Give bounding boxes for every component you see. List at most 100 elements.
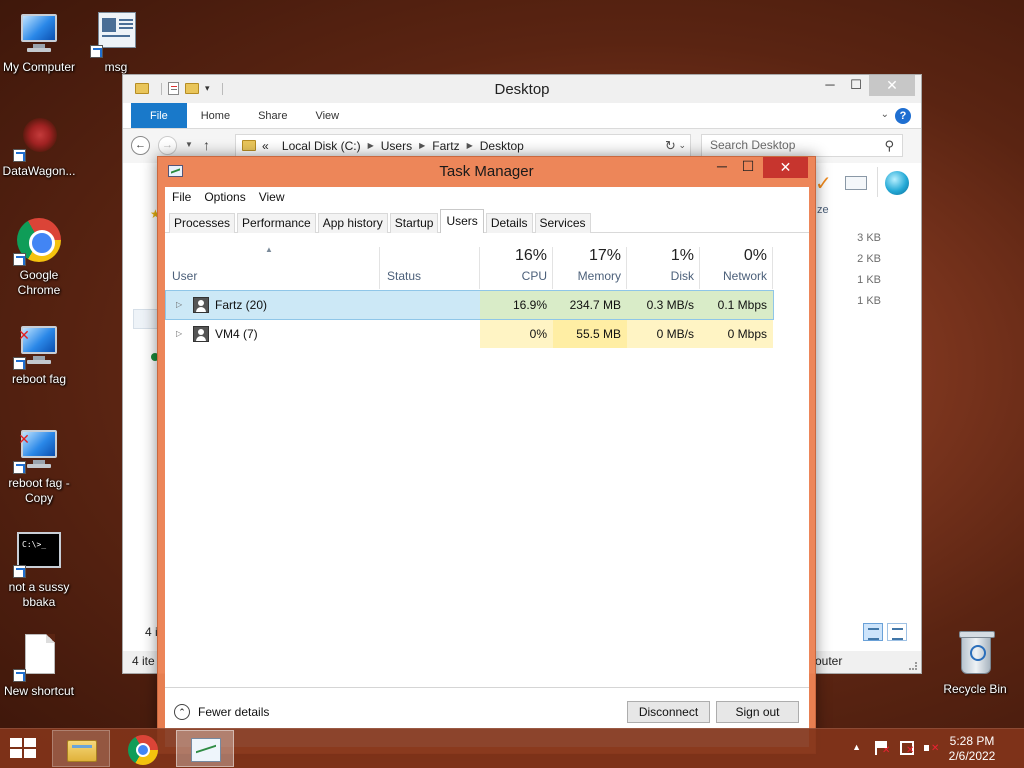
search-input[interactable]: Search Desktop ⚲ xyxy=(701,134,903,157)
large-icons-view-icon[interactable] xyxy=(887,623,907,641)
forward-button[interactable]: → xyxy=(158,136,177,155)
size-column-header[interactable]: ze xyxy=(817,204,829,216)
help-icon[interactable]: ? xyxy=(895,108,911,124)
desktop-icon-new-shortcut[interactable]: New shortcut xyxy=(0,634,78,699)
file-size: 2 KB xyxy=(857,253,881,265)
desktop-icon-recycle-bin[interactable]: Recycle Bin xyxy=(936,631,1014,697)
recent-locations-icon[interactable]: ▼ xyxy=(185,140,193,149)
tab-details[interactable]: Details xyxy=(485,213,533,233)
task-manager-window: Task Manager ─ ☐ ✕ File Options View Pro… xyxy=(157,156,816,754)
taskbar-chrome[interactable] xyxy=(114,730,172,767)
table-row[interactable]: ▷ Fartz (20) 16.9% 234.7 MB 0.3 MB/s 0.1… xyxy=(165,290,774,320)
close-button[interactable]: ✕ xyxy=(763,157,808,178)
ribbon-tab-home[interactable]: Home xyxy=(187,103,244,128)
expand-arrow-icon[interactable]: ▷ xyxy=(176,320,182,348)
back-button[interactable]: ← xyxy=(131,136,150,155)
maximize-button[interactable]: ☐ xyxy=(735,157,761,178)
mail-icon[interactable] xyxy=(845,176,867,190)
column-header-disk[interactable]: 1% Disk xyxy=(627,233,700,289)
chevron-right-icon[interactable]: ▶ xyxy=(368,141,374,150)
address-bar[interactable]: « Local Disk (C:) ▶ Users ▶ Fartz ▶ Desk… xyxy=(235,134,691,157)
tab-startup[interactable]: Startup xyxy=(389,213,439,233)
tab-processes[interactable]: Processes xyxy=(169,213,236,233)
column-header-status[interactable]: Status xyxy=(380,233,480,289)
breadcrumb-users[interactable]: Users xyxy=(381,139,412,153)
desktop-icon-datawagon[interactable]: DataWagon... xyxy=(0,114,78,179)
column-label: Network xyxy=(722,269,767,283)
column-header-cpu[interactable]: 16% CPU xyxy=(480,233,553,289)
breadcrumb-separator xyxy=(273,141,275,150)
close-button[interactable]: ✕ xyxy=(869,75,915,96)
show-hidden-icons-icon[interactable]: ▲ xyxy=(852,742,861,752)
ribbon-tab-view[interactable]: View xyxy=(301,103,353,128)
sign-out-button[interactable]: Sign out xyxy=(716,701,799,723)
minimize-button[interactable]: ─ xyxy=(817,75,843,96)
taskbar-task-manager[interactable] xyxy=(176,730,234,767)
column-header-user[interactable]: ▲ User xyxy=(165,233,380,289)
menu-options[interactable]: Options xyxy=(204,190,245,204)
memory-value: 234.7 MB xyxy=(553,291,627,319)
chevron-up-icon: ⌃ xyxy=(174,704,190,720)
task-manager-titlebar[interactable]: Task Manager ─ ☐ ✕ xyxy=(158,157,815,187)
tab-performance[interactable]: Performance xyxy=(237,213,316,233)
desktop-icon-label: msg xyxy=(104,60,128,74)
ribbon-tab-file[interactable]: File xyxy=(131,103,187,128)
column-label: CPU xyxy=(521,269,547,283)
task-manager-icon xyxy=(191,738,221,762)
ribbon-tab-share[interactable]: Share xyxy=(244,103,301,128)
menu-file[interactable]: File xyxy=(172,190,191,204)
breadcrumb-local-disk[interactable]: Local Disk (C:) xyxy=(282,139,361,153)
file-size: 1 KB xyxy=(857,274,881,286)
tab-users[interactable]: Users xyxy=(440,209,484,233)
disconnect-button[interactable]: Disconnect xyxy=(627,701,710,723)
details-view-icon[interactable] xyxy=(863,623,883,641)
column-header-network[interactable]: 0% Network xyxy=(700,233,773,289)
refresh-icon[interactable]: ↻ xyxy=(665,138,676,154)
virus-shortcut-icon xyxy=(13,114,63,162)
network-disconnected-icon[interactable] xyxy=(900,741,914,756)
desktop-icon-msg[interactable]: msg xyxy=(77,10,155,75)
globe-icon[interactable] xyxy=(885,171,909,195)
folder-icon xyxy=(242,140,256,151)
desktop-icon-not-a-sussy-bbaka[interactable]: C:\>_ not a sussy bbaka xyxy=(0,530,78,610)
explorer-titlebar[interactable]: ▾ Desktop ─ ☐ ✕ xyxy=(123,75,921,103)
expand-ribbon-icon[interactable]: ⌄ xyxy=(881,109,889,120)
cpu-total-percent: 16% xyxy=(514,247,547,264)
checkmark-icon: ✓ xyxy=(815,173,832,195)
table-row[interactable]: ▷ VM4 (7) 0% 55.5 MB 0 MB/s 0 Mbps xyxy=(166,320,773,348)
computer-error-shortcut-icon: ✕ xyxy=(13,426,63,474)
desktop-icon-reboot-fag[interactable]: ✕ reboot fag xyxy=(0,322,78,387)
desktop-icon-google-chrome[interactable]: Google Chrome xyxy=(0,218,78,298)
status-text-partial: outer xyxy=(815,654,843,668)
clock[interactable]: 5:28 PM 2/6/2022 xyxy=(942,734,1002,764)
desktop-icon-my-computer[interactable]: My Computer xyxy=(0,10,78,75)
breadcrumb-fartz[interactable]: Fartz xyxy=(432,139,459,153)
desktop-icon-label: Recycle Bin xyxy=(943,682,1007,696)
action-center-error-icon[interactable] xyxy=(875,741,890,756)
fewer-details-toggle[interactable]: ⌃ Fewer details xyxy=(174,704,269,720)
nav-pane-selected-item[interactable] xyxy=(133,309,159,329)
minimize-button[interactable]: ─ xyxy=(709,157,735,178)
up-button[interactable]: ↑ xyxy=(203,137,210,153)
view-switcher xyxy=(863,623,907,641)
sort-ascending-icon: ▲ xyxy=(265,245,273,254)
chevron-right-icon[interactable]: ▶ xyxy=(419,141,425,150)
chevron-right-icon[interactable]: ▶ xyxy=(467,141,473,150)
breadcrumb-prefix[interactable]: « xyxy=(262,139,269,153)
menu-view[interactable]: View xyxy=(259,190,285,204)
column-header-memory[interactable]: 17% Memory xyxy=(553,233,627,289)
breadcrumb-desktop[interactable]: Desktop xyxy=(480,139,524,153)
chevron-down-icon[interactable]: ⌄ xyxy=(678,140,686,151)
taskbar-file-explorer[interactable] xyxy=(52,730,110,767)
resize-grip-icon[interactable] xyxy=(909,662,917,670)
tab-services[interactable]: Services xyxy=(534,213,591,233)
tab-app-history[interactable]: App history xyxy=(317,213,388,233)
desktop-icon-reboot-fag-copy[interactable]: ✕ reboot fag - Copy xyxy=(0,426,78,506)
maximize-button[interactable]: ☐ xyxy=(843,75,869,96)
column-label: User xyxy=(172,269,198,283)
system-tray: ▲ 5:28 PM 2/6/2022 xyxy=(824,729,1024,768)
start-button[interactable] xyxy=(10,738,38,760)
desktop-icon-label: not a sussy bbaka xyxy=(8,580,70,609)
expand-arrow-icon[interactable]: ▷ xyxy=(176,291,182,319)
volume-muted-icon[interactable] xyxy=(924,741,939,755)
